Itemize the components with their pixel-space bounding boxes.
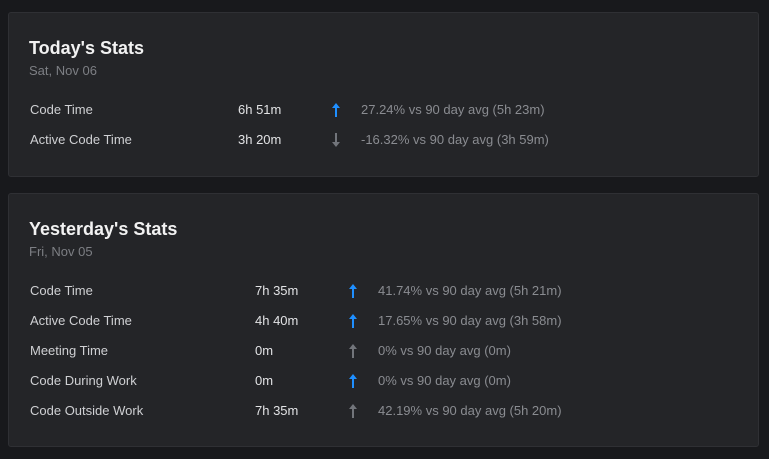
card-title: Today's Stats bbox=[29, 38, 144, 58]
stat-label: Code Time bbox=[30, 283, 93, 298]
stats-list: Code Time 7h 35m 41.74% vs 90 day avg (5… bbox=[30, 282, 758, 432]
arrow-up-icon bbox=[349, 374, 357, 388]
stat-value: 4h 40m bbox=[255, 313, 299, 328]
stat-label: Code Outside Work bbox=[30, 403, 144, 418]
stat-row-active-code-time: Active Code Time 4h 40m 17.65% vs 90 day… bbox=[30, 312, 758, 342]
stat-label: Active Code Time bbox=[30, 132, 132, 147]
arrow-up-icon bbox=[349, 284, 357, 298]
stat-row-code-time: Code Time 7h 35m 41.74% vs 90 day avg (5… bbox=[30, 282, 758, 312]
stat-value: 0m bbox=[255, 373, 274, 388]
todays-stats-card: Today's Stats Sat, Nov 06 Code Time 6h 5… bbox=[8, 12, 759, 177]
stat-comparison: 17.65% vs 90 day avg (3h 58m) bbox=[378, 313, 562, 328]
stat-comparison: 42.19% vs 90 day avg (5h 20m) bbox=[378, 403, 562, 418]
arrow-up-icon bbox=[349, 314, 357, 328]
stat-row-code-during-work: Code During Work 0m 0% vs 90 day avg (0m… bbox=[30, 372, 758, 402]
stat-value: 6h 51m bbox=[238, 102, 282, 117]
stat-row-code-outside-work: Code Outside Work 7h 35m 42.19% vs 90 da… bbox=[30, 402, 758, 432]
stat-value: 0m bbox=[255, 343, 274, 358]
stat-label: Code During Work bbox=[30, 373, 137, 388]
stat-comparison: 0% vs 90 day avg (0m) bbox=[378, 373, 511, 388]
stat-value: 3h 20m bbox=[238, 132, 282, 147]
card-date: Sat, Nov 06 bbox=[29, 63, 97, 78]
arrow-up-icon bbox=[349, 404, 357, 418]
stat-value: 7h 35m bbox=[255, 403, 299, 418]
arrow-up-icon bbox=[349, 344, 357, 358]
yesterdays-stats-card: Yesterday's Stats Fri, Nov 05 Code Time … bbox=[8, 193, 759, 447]
stats-list: Code Time 6h 51m 27.24% vs 90 day avg (5… bbox=[30, 101, 758, 161]
stat-comparison: 41.74% vs 90 day avg (5h 21m) bbox=[378, 283, 562, 298]
stat-value: 7h 35m bbox=[255, 283, 299, 298]
arrow-down-icon bbox=[332, 133, 340, 147]
stat-row-code-time: Code Time 6h 51m 27.24% vs 90 day avg (5… bbox=[30, 101, 758, 131]
stat-comparison: 27.24% vs 90 day avg (5h 23m) bbox=[361, 102, 545, 117]
stat-label: Code Time bbox=[30, 102, 93, 117]
stat-row-active-code-time: Active Code Time 3h 20m -16.32% vs 90 da… bbox=[30, 131, 758, 161]
arrow-up-icon bbox=[332, 103, 340, 117]
stat-comparison: -16.32% vs 90 day avg (3h 59m) bbox=[361, 132, 549, 147]
stat-comparison: 0% vs 90 day avg (0m) bbox=[378, 343, 511, 358]
stat-label: Meeting Time bbox=[30, 343, 109, 358]
stat-row-meeting-time: Meeting Time 0m 0% vs 90 day avg (0m) bbox=[30, 342, 758, 372]
card-date: Fri, Nov 05 bbox=[29, 244, 93, 259]
stat-label: Active Code Time bbox=[30, 313, 132, 328]
card-title: Yesterday's Stats bbox=[29, 219, 178, 239]
